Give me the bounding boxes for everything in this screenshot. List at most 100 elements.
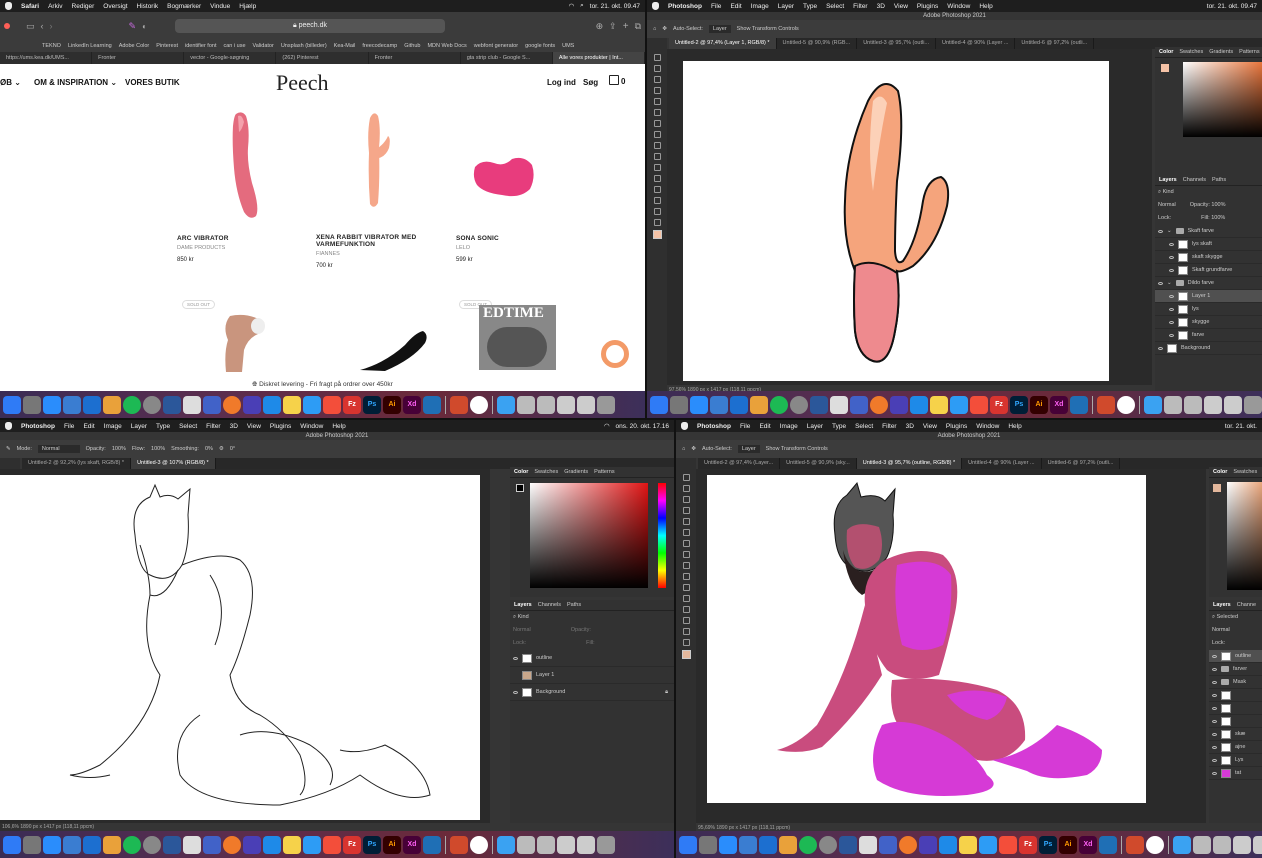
folder-icon[interactable] [1173,835,1191,854]
launchpad-icon[interactable] [23,395,41,414]
menu-item[interactable]: Edit [759,423,770,430]
menu-item[interactable]: Edit [83,423,94,430]
login-link[interactable]: Log ind [547,78,576,87]
product-title[interactable]: ARC VIBRATOR [177,235,297,242]
messenger-icon[interactable] [303,835,321,854]
menu-item[interactable]: Hjælp [239,3,256,10]
gradient-tool-icon[interactable] [653,153,661,160]
window-icon[interactable] [1193,835,1211,854]
color-tab[interactable]: Color [1213,469,1227,475]
layer-row[interactable]: outline [510,650,674,667]
arc-icon[interactable] [919,835,937,854]
color-picker-field[interactable] [1183,62,1262,137]
app-store-icon[interactable] [263,835,281,854]
marquee-tool-icon[interactable] [682,485,690,492]
figma-icon[interactable] [999,835,1017,854]
select-tool-icon[interactable] [682,507,690,514]
back-icon[interactable]: ‹ [41,21,44,31]
xd-icon[interactable]: Xd [403,395,421,414]
browser-tab[interactable]: (262) Pinterest [276,52,369,64]
search-link[interactable]: Søg [583,78,598,87]
apple-icon[interactable] [5,422,12,430]
window-icon[interactable] [1204,395,1222,414]
eye-icon[interactable] [1212,706,1217,710]
figma-icon[interactable] [970,395,988,414]
bookmark[interactable]: TEKNO [42,43,61,49]
teams-icon[interactable] [203,835,221,854]
download-icon[interactable]: ⊕ [596,21,604,32]
webex-icon[interactable] [470,395,488,414]
photoshop-icon[interactable]: Ps [1039,835,1057,854]
eye-icon[interactable] [1158,346,1163,350]
clock[interactable]: tor. 21. okt. [1225,423,1257,430]
nav-store[interactable]: VORES BUTIK [125,78,180,87]
move-tool-icon[interactable] [682,474,690,481]
illustrator-icon[interactable]: Ai [1059,835,1077,854]
menu-item[interactable]: Oversigt [103,3,127,10]
close-window-icon[interactable] [4,23,10,29]
layer-row[interactable]: lys skaft [1155,238,1262,251]
layer-row[interactable]: tat [1209,767,1262,780]
layer-row[interactable]: Skaft grundfarve [1155,264,1262,277]
filezilla-icon[interactable]: Fz [990,395,1008,414]
doc-tab[interactable]: Untitled-3 @ 95,7% (outli... [857,38,936,49]
bookmark[interactable]: Kea-Mail [334,43,356,49]
nav-inspiration[interactable]: OM & INSPIRATION ⌄ [34,78,117,87]
paths-tab[interactable]: Paths [567,602,581,608]
menu-item[interactable]: Type [803,3,817,10]
notes-icon[interactable] [283,395,301,414]
menu-item[interactable]: 3D [230,423,238,430]
xd-icon[interactable]: Xd [403,835,421,854]
channels-tab[interactable]: Channe [1237,602,1256,608]
menu-item[interactable]: View [247,423,261,430]
smoothing-value[interactable]: 0% [205,446,213,452]
eyedropper-tool-icon[interactable] [682,529,690,536]
menu-item[interactable]: Filter [853,3,867,10]
lock-icon[interactable]: 🔒︎ [665,689,668,696]
window-icon[interactable] [1253,835,1262,854]
menu-item[interactable]: Historik [137,3,159,10]
settings-icon[interactable] [143,835,161,854]
canvas[interactable] [683,61,1109,381]
mode-dropdown[interactable]: Normal [37,445,80,453]
menu-item[interactable]: Bogmærker [167,3,201,10]
move-tool-icon[interactable] [653,54,661,61]
menu-app-name[interactable]: Photoshop [668,3,702,10]
eye-icon[interactable] [1169,255,1174,259]
menu-item[interactable]: Vindue [210,3,230,10]
color-tab[interactable]: Color [1159,49,1173,55]
bookmark[interactable]: Unsplash (billeder) [281,43,327,49]
stamp-tool-icon[interactable] [653,131,661,138]
eraser-tool-icon[interactable] [682,562,690,569]
settings-icon[interactable] [819,835,837,854]
eye-icon[interactable] [1169,307,1174,311]
wifi-icon[interactable]: ◠ [604,422,610,430]
trash-icon[interactable] [597,395,615,414]
opacity-field[interactable]: Opacity: [571,627,591,634]
auto-select-label[interactable]: Auto-Select: [702,446,732,452]
path-tool-icon[interactable] [682,606,690,613]
window-icon[interactable] [557,395,575,414]
eye-icon[interactable] [1212,745,1217,749]
color-picker-field[interactable] [1227,482,1262,590]
menu-item[interactable]: File [711,3,721,10]
fill-field[interactable]: Fill: [586,640,595,647]
illustrator-icon[interactable]: Ai [1030,395,1048,414]
menu-item[interactable]: View [923,423,937,430]
menu-item[interactable]: Window [300,423,323,430]
webex-icon[interactable] [1146,835,1164,854]
browser-tab[interactable]: Fronter [92,52,185,64]
browser-tab[interactable]: vector - Google-søgning [184,52,277,64]
color-tab[interactable]: Color [514,469,528,475]
kind-filter[interactable]: ⌕ Kind [1155,186,1262,199]
xena-vibrator-image[interactable] [358,108,398,213]
bookmark[interactable]: Github [404,43,420,49]
browser-tab[interactable]: gta strip club - Google S... [461,52,553,64]
kind-filter[interactable]: ⌕ Kind [510,611,674,624]
sona-sonic-image[interactable] [472,155,537,200]
window-icon[interactable] [537,395,555,414]
layer-row[interactable]: Background [1155,342,1262,355]
move-tool-icon[interactable]: ✥ [662,26,667,32]
layer-group[interactable]: ⌄ Skaft farve [1155,225,1262,238]
channels-tab[interactable]: Channels [538,602,561,608]
